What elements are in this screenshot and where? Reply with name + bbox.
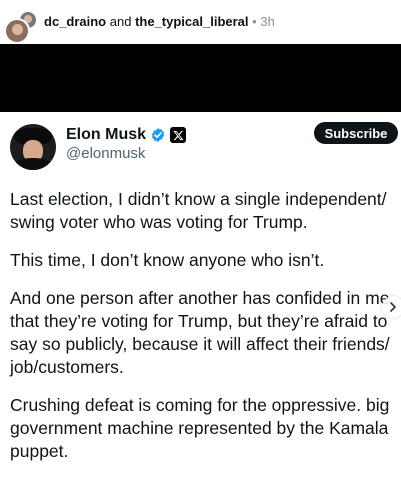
subscribe-button[interactable]: Subscribe [314, 122, 398, 144]
separator: • [252, 14, 257, 29]
chevron-right-icon[interactable] [382, 296, 401, 318]
joiner-text: and [109, 14, 132, 29]
redacted-black-bar [0, 44, 401, 112]
post-header: dc_draino and the_typical_liberal • 3h [0, 0, 401, 44]
tweet-card: Elon Musk @elonmusk Subscribe Last elect… [0, 112, 401, 500]
author-link[interactable]: the_typical_liberal [135, 14, 248, 29]
name-row: Elon Musk [66, 125, 187, 145]
tweet-text: Last election, I didn’t know a single in… [10, 188, 395, 478]
timestamp: 3h [260, 14, 275, 29]
verified-badge-icon [151, 128, 165, 142]
tweet-paragraph: Crushing defeat is coming for the oppres… [10, 395, 390, 461]
user-handle[interactable]: @elonmusk [66, 145, 145, 163]
collab-avatars[interactable] [4, 10, 40, 44]
tweet-paragraph: Last election, I didn’t know a single in… [10, 189, 387, 232]
display-name[interactable]: Elon Musk [66, 125, 146, 145]
avatar[interactable] [4, 18, 30, 44]
collab-authors: dc_draino and the_typical_liberal • 3h [44, 14, 275, 30]
author-link[interactable]: dc_draino [44, 14, 106, 29]
profile-avatar[interactable] [10, 124, 56, 170]
x-logo-icon [170, 127, 187, 143]
tweet-paragraph: And one person after another has confide… [10, 288, 390, 377]
tweet-paragraph: This time, I don’t know anyone who isn’t… [10, 250, 325, 270]
